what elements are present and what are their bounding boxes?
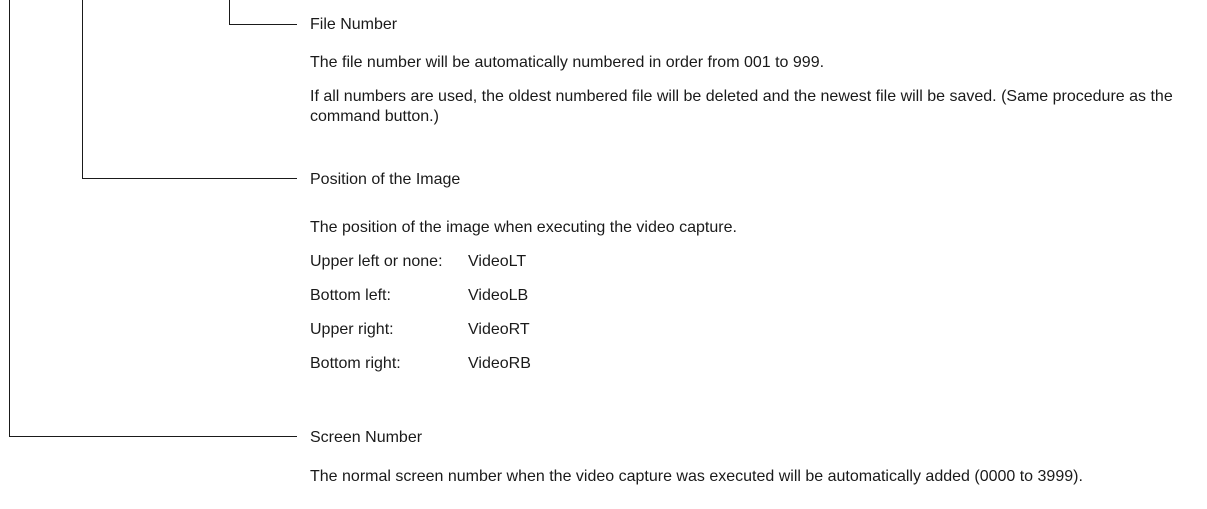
file-number-paragraph-2: If all numbers are used, the oldest numb… bbox=[310, 88, 1173, 125]
file-number-paragraph-1: The file number will be automatically nu… bbox=[310, 54, 825, 71]
position-row-value: VideoLB bbox=[468, 287, 529, 304]
position-row-label: Bottom left: bbox=[310, 287, 391, 304]
position-row-label: Bottom right: bbox=[310, 355, 401, 372]
position-heading: Position of the Image bbox=[310, 171, 461, 188]
position-row-value: VideoLT bbox=[468, 253, 527, 270]
position-row-label: Upper left or none: bbox=[310, 253, 443, 270]
bracket-horizontal-file bbox=[229, 24, 297, 25]
position-row-label: Upper right: bbox=[310, 321, 394, 338]
bracket-vertical-position bbox=[82, 0, 83, 179]
position-row-value: VideoRT bbox=[468, 321, 530, 338]
bracket-vertical-screen bbox=[9, 0, 10, 437]
bracket-vertical-file bbox=[229, 0, 230, 25]
bracket-horizontal-position bbox=[82, 178, 297, 179]
position-row-value: VideoRB bbox=[468, 355, 531, 372]
screen-number-description: The normal screen number when the video … bbox=[310, 468, 1083, 485]
file-number-heading: File Number bbox=[310, 16, 398, 33]
bracket-horizontal-screen bbox=[9, 436, 297, 437]
screen-number-heading: Screen Number bbox=[310, 429, 423, 446]
position-description: The position of the image when executing… bbox=[310, 219, 737, 236]
